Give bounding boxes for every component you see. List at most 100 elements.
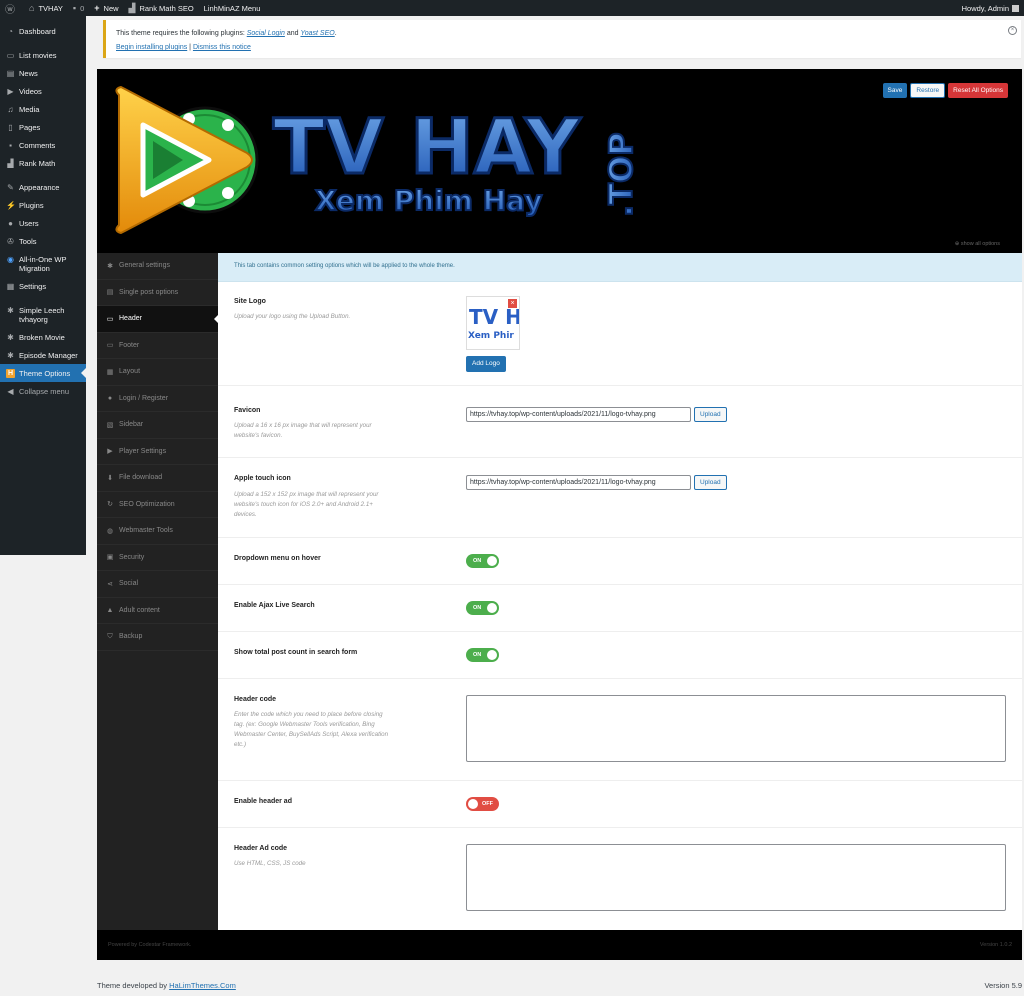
menu-label: Appearance	[19, 183, 60, 192]
reset-all-options-button[interactable]: Reset All Options	[948, 83, 1008, 98]
toggle-state: ON	[473, 605, 482, 611]
show-all-options-link[interactable]: ⊕ show all options	[955, 241, 1000, 247]
admin-sidebar: ◔ Dashboard ▭ List movies ▤ News ▶ Videos ♫ M…	[0, 16, 86, 555]
post-count-toggle[interactable]: ON	[466, 648, 499, 662]
options-tabs: ✱ General settings ▤ Single post options ▭…	[97, 253, 218, 930]
tab-info-message: This tab contains common setting options…	[218, 253, 1022, 282]
apple-touch-icon-label: Apple touch icon	[234, 475, 291, 482]
ajax-search-row: Enable Ajax Live Search ON	[218, 585, 1022, 632]
menu-settings[interactable]: ▦ Settings	[0, 277, 86, 295]
tab-single-post[interactable]: ▤ Single post options	[97, 280, 218, 306]
window-icon: ▭	[106, 342, 114, 350]
panel-footer: Powered by Codestar Framework. Version 1…	[97, 930, 1022, 960]
menu-all-in-one[interactable]: ◉ All-in-One WP Migration	[0, 250, 86, 277]
menu-media[interactable]: ♫ Media	[0, 100, 86, 118]
sidebar-icon: ▧	[106, 421, 114, 429]
tab-login[interactable]: ● Login / Register	[97, 386, 218, 412]
restore-button[interactable]: Restore	[910, 83, 946, 98]
menu-label: Pages	[19, 123, 41, 132]
favicon-upload-button[interactable]: Upload	[694, 407, 727, 422]
menu-list-movies[interactable]: ▭ List movies	[0, 46, 86, 64]
film-icon: ▭	[6, 51, 15, 60]
tab-sidebar[interactable]: ▧ Sidebar	[97, 412, 218, 439]
save-button[interactable]: Save	[882, 83, 908, 98]
menu-label: Theme Options	[19, 369, 71, 378]
admin-bar-rank-math[interactable]: ▟ Rank Math SEO	[124, 0, 199, 16]
wordpress-logo-icon[interactable]: ⓦ	[0, 0, 24, 16]
framework-version: Version 1.0.2	[979, 942, 1012, 948]
plug-icon: ⚡	[6, 201, 16, 210]
options-content: This tab contains common setting options…	[218, 253, 1022, 930]
menu-appearance[interactable]: ✎ Appearance	[0, 178, 86, 196]
menu-theme-options[interactable]: H Theme Options	[0, 364, 86, 382]
admin-bar-site[interactable]: ⌂ TVHAY	[24, 0, 68, 16]
powered-by-text: Powered by Codestar Framework.	[108, 942, 192, 948]
favicon-url-input[interactable]: https://tvhay.top/wp-content/uploads/202…	[466, 407, 691, 422]
menu-pages[interactable]: ▯ Pages	[0, 118, 86, 136]
tab-seo[interactable]: ↻ SEO Optimization	[97, 492, 218, 518]
tab-player[interactable]: ▶ Player Settings	[97, 439, 218, 465]
menu-videos[interactable]: ▶ Videos	[0, 82, 86, 100]
apple-touch-icon-url-input[interactable]: https://tvhay.top/wp-content/uploads/202…	[466, 475, 691, 490]
header-code-textarea[interactable]	[466, 695, 1006, 762]
header-ad-toggle[interactable]: OFF	[466, 797, 499, 811]
logo-thumbnail: TV H Xem Phir ×	[466, 296, 520, 350]
close-icon[interactable]: ×	[1008, 26, 1017, 35]
tab-general[interactable]: ✱ General settings	[97, 253, 218, 280]
tab-label: Webmaster Tools	[119, 527, 173, 535]
download-icon: ⬇	[107, 474, 113, 482]
tab-file-download[interactable]: ⬇ File download	[97, 465, 218, 492]
gear-icon: ✱	[107, 262, 113, 270]
menu-comments[interactable]: ▪ Comments	[0, 136, 86, 154]
menu-news[interactable]: ▤ News	[0, 64, 86, 82]
begin-installing-link[interactable]: Begin installing plugins	[116, 44, 187, 51]
menu-label: List movies	[19, 51, 57, 60]
menu-label: News	[19, 69, 38, 78]
social-login-link[interactable]: Social Login	[247, 30, 285, 37]
menu-tools[interactable]: ✇ Tools	[0, 232, 86, 250]
dismiss-notice-link[interactable]: Dismiss this notice	[193, 44, 251, 51]
halimthemes-link[interactable]: HaLimThemes.Com	[169, 981, 236, 990]
remove-logo-icon[interactable]: ×	[508, 299, 517, 308]
tab-adult[interactable]: ▲ Adult content	[97, 598, 218, 624]
ajax-search-toggle[interactable]: ON	[466, 601, 499, 615]
menu-broken-movie[interactable]: ✱ Broken Movie	[0, 328, 86, 346]
notice-suffix: .	[334, 30, 337, 37]
tab-webmaster[interactable]: ◍ Webmaster Tools	[97, 518, 218, 545]
tab-label: Login / Register	[119, 394, 169, 402]
add-logo-button[interactable]: Add Logo	[466, 356, 506, 372]
menu-dashboard[interactable]: ◔ Dashboard	[0, 22, 86, 40]
menu-label: Simple Leech tvhayorg	[19, 306, 65, 324]
admin-bar-comments[interactable]: ▪ 0	[68, 0, 89, 16]
apple-touch-icon-upload-button[interactable]: Upload	[694, 475, 727, 490]
globe-icon: ◍	[106, 527, 114, 535]
header-code-row: Header code Enter the code which you nee…	[218, 679, 1022, 781]
menu-label: Videos	[19, 87, 42, 96]
header-ad-code-textarea[interactable]	[466, 844, 1006, 911]
home-icon: ⌂	[29, 3, 35, 13]
dropdown-hover-toggle[interactable]: ON	[466, 554, 499, 568]
comments-count: 0	[80, 3, 85, 13]
yoast-seo-link[interactable]: Yoast SEO	[300, 30, 334, 37]
tab-layout[interactable]: ▦ Layout	[97, 359, 218, 386]
menu-episode-manager[interactable]: ✱ Episode Manager	[0, 346, 86, 364]
admin-bar-new[interactable]: + New	[89, 0, 123, 16]
gear-icon: ✱	[7, 306, 14, 315]
layout-icon: ▦	[106, 368, 114, 376]
tab-header[interactable]: ▭ Header	[97, 306, 218, 333]
menu-simple-leech[interactable]: ✱ Simple Leech tvhayorg	[0, 301, 86, 328]
admin-bar-custom-menu[interactable]: LinhMinAZ Menu	[199, 0, 266, 16]
comment-bubble-icon: ▪	[72, 3, 77, 13]
menu-users[interactable]: ● Users	[0, 214, 86, 232]
migration-icon: ◉	[7, 255, 14, 264]
tab-footer[interactable]: ▭ Footer	[97, 333, 218, 359]
menu-label: Tools	[19, 237, 37, 246]
tab-security[interactable]: ▣ Security	[97, 545, 218, 571]
tab-social[interactable]: ⋖ Social	[97, 571, 218, 598]
tab-backup[interactable]: ⛉ Backup	[97, 624, 218, 651]
favicon-desc: Upload a 16 x 16 px image that will repr…	[234, 422, 372, 439]
collapse-menu[interactable]: ◀ Collapse menu	[0, 382, 86, 400]
menu-rank-math[interactable]: ▟ Rank Math	[0, 154, 86, 172]
menu-plugins[interactable]: ⚡ Plugins	[0, 196, 86, 214]
admin-bar-account[interactable]: Howdy, Admin	[957, 0, 1024, 16]
